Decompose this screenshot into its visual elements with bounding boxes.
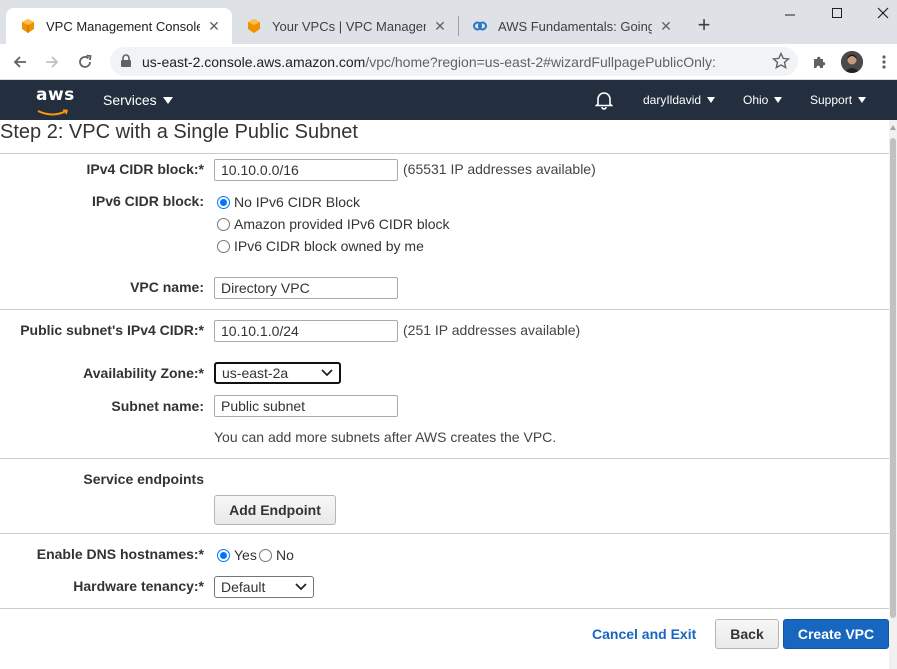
account-username: daryIldavid [643, 93, 702, 107]
browser-tabstrip: VPC Management Console ✕ Your VPCs | VPC… [0, 0, 897, 44]
radio-unselected[interactable] [217, 217, 230, 231]
extensions-puzzle-icon[interactable] [809, 51, 831, 73]
new-tab-button[interactable]: + [692, 14, 716, 38]
divider [0, 458, 889, 459]
region-label: Ohio [743, 93, 769, 107]
tab-close-icon[interactable]: ✕ [206, 18, 222, 34]
services-menu[interactable]: Services [103, 92, 173, 108]
radio-unselected[interactable] [217, 239, 230, 253]
maximize-window-icon[interactable] [823, 4, 851, 28]
scroll-up-arrow-icon[interactable] [890, 125, 896, 130]
subnet-cidr-input[interactable]: 10.10.1.0/24 [214, 320, 398, 342]
subnet-cidr-note: (251 IP addresses available) [403, 322, 581, 338]
dns-hostnames-label: Enable DNS hostnames:* [36, 546, 204, 562]
profile-avatar[interactable] [841, 51, 863, 73]
radio-unselected[interactable] [259, 548, 272, 562]
aws-logo[interactable]: aws [36, 87, 75, 120]
subnet-name-label: Subnet name: [111, 398, 204, 414]
aws-cube-favicon-icon [248, 19, 260, 33]
tab-close-icon[interactable]: ✕ [658, 18, 674, 34]
cancel-and-exit-link[interactable]: Cancel and Exit [592, 626, 696, 642]
forward-arrow-icon[interactable] [40, 50, 64, 74]
caret-down-icon [162, 97, 173, 104]
browser-tab-your-vpcs[interactable]: Your VPCs | VPC Management ✕ [232, 8, 458, 44]
select-value: us-east-2a [222, 365, 289, 381]
availability-zone-label: Availability Zone:* [83, 365, 204, 381]
vpc-name-input[interactable]: Directory VPC [214, 277, 398, 299]
subnet-hint: You can add more subnets after AWS creat… [214, 429, 557, 445]
close-window-icon[interactable] [869, 4, 897, 28]
bookmark-star-icon[interactable] [772, 52, 790, 70]
radio-selected[interactable] [217, 195, 230, 209]
hardware-tenancy-label: Hardware tenancy:* [73, 578, 204, 594]
aws-logo-text: aws [36, 85, 75, 105]
back-button[interactable]: Back [715, 619, 779, 649]
browser-toolbar: us-east-2.console.aws.amazon.com/vpc/hom… [0, 44, 897, 80]
vpc-name-label: VPC name: [130, 279, 204, 295]
ipv4-cidr-label: IPv4 CIDR block:* [86, 161, 204, 177]
caret-down-icon [774, 97, 783, 103]
region-menu[interactable]: Ohio [743, 93, 783, 107]
radio-label: Amazon provided IPv6 CIDR block [234, 216, 450, 232]
reload-icon[interactable] [73, 50, 97, 74]
ipv6-option-amazon-provided[interactable]: Amazon provided IPv6 CIDR block [217, 216, 450, 232]
notification-bell-icon[interactable] [595, 90, 613, 110]
support-label: Support [810, 93, 853, 107]
ipv6-cidr-label: IPv6 CIDR block: [91, 193, 204, 209]
divider [0, 309, 889, 310]
caret-down-icon [858, 97, 867, 103]
select-value: Default [221, 579, 266, 595]
availability-zone-select[interactable]: us-east-2a [214, 362, 341, 384]
ipv6-option-owned-by-me[interactable]: IPv6 CIDR block owned by me [217, 238, 424, 254]
caret-down-icon [707, 97, 716, 103]
divider [0, 533, 889, 534]
browser-tab-aws-fundamentals[interactable]: AWS Fundamentals: Going Clo ✕ [458, 8, 684, 44]
aws-cube-favicon-icon [22, 19, 34, 33]
url-host: us-east-2.console.aws.amazon.com [142, 54, 366, 70]
radio-label: No IPv6 CIDR Block [234, 194, 361, 210]
service-endpoints-label: Service endpoints [83, 471, 204, 487]
page-scrollbar[interactable] [889, 120, 897, 669]
radio-label: Yes [234, 547, 257, 563]
chevron-down-icon [321, 369, 333, 377]
aws-console-navbar: aws Services daryIldavid Ohio Support [0, 80, 897, 120]
divider [0, 153, 889, 154]
aws-smile-icon [37, 109, 69, 116]
url-text: us-east-2.console.aws.amazon.com/vpc/hom… [142, 54, 716, 70]
tab-title: VPC Management Console [46, 18, 200, 34]
url-path: /vpc/home?region=us-east-2#wizardFullpag… [365, 54, 716, 70]
create-vpc-button[interactable]: Create VPC [783, 619, 889, 649]
chevron-down-icon [295, 583, 307, 591]
subnet-name-input[interactable]: Public subnet [214, 395, 398, 417]
page-title: Step 2: VPC with a Single Public Subnet [0, 121, 358, 143]
tab-title: Your VPCs | VPC Management [272, 18, 426, 34]
ipv4-cidr-note: (65531 IP addresses available) [403, 161, 596, 177]
browser-tab-vpc-console[interactable]: VPC Management Console ✕ [6, 8, 232, 44]
subnet-cidr-label: Public subnet's IPv4 CIDR:* [20, 322, 204, 338]
address-bar[interactable]: us-east-2.console.aws.amazon.com/vpc/hom… [110, 47, 798, 76]
lock-icon [121, 54, 131, 67]
divider [0, 608, 889, 609]
browser-menu-icon[interactable] [873, 51, 895, 73]
add-endpoint-button[interactable]: Add Endpoint [214, 495, 336, 525]
support-menu[interactable]: Support [810, 93, 867, 107]
services-label: Services [103, 92, 157, 108]
scrollbar-thumb[interactable] [890, 138, 896, 618]
radio-label: IPv6 CIDR block owned by me [234, 238, 424, 254]
ipv6-option-none[interactable]: No IPv6 CIDR Block [217, 194, 360, 210]
dns-hostnames-yes[interactable]: Yes [217, 547, 257, 563]
vpc-wizard-content: Step 2: VPC with a Single Public Subnet … [0, 120, 889, 669]
radio-selected[interactable] [217, 548, 230, 562]
account-menu[interactable]: daryIldavid [643, 93, 716, 107]
coursera-favicon-icon [473, 21, 487, 31]
ipv4-cidr-input[interactable]: 10.10.0.0/16 [214, 159, 398, 181]
back-arrow-icon[interactable] [8, 50, 32, 74]
tab-title: AWS Fundamentals: Going Clo [498, 18, 652, 34]
dns-hostnames-no[interactable]: No [259, 547, 294, 563]
minimize-window-icon[interactable] [776, 4, 804, 28]
radio-label: No [276, 547, 294, 563]
tab-close-icon[interactable]: ✕ [432, 18, 448, 34]
hardware-tenancy-select[interactable]: Default [214, 576, 314, 598]
